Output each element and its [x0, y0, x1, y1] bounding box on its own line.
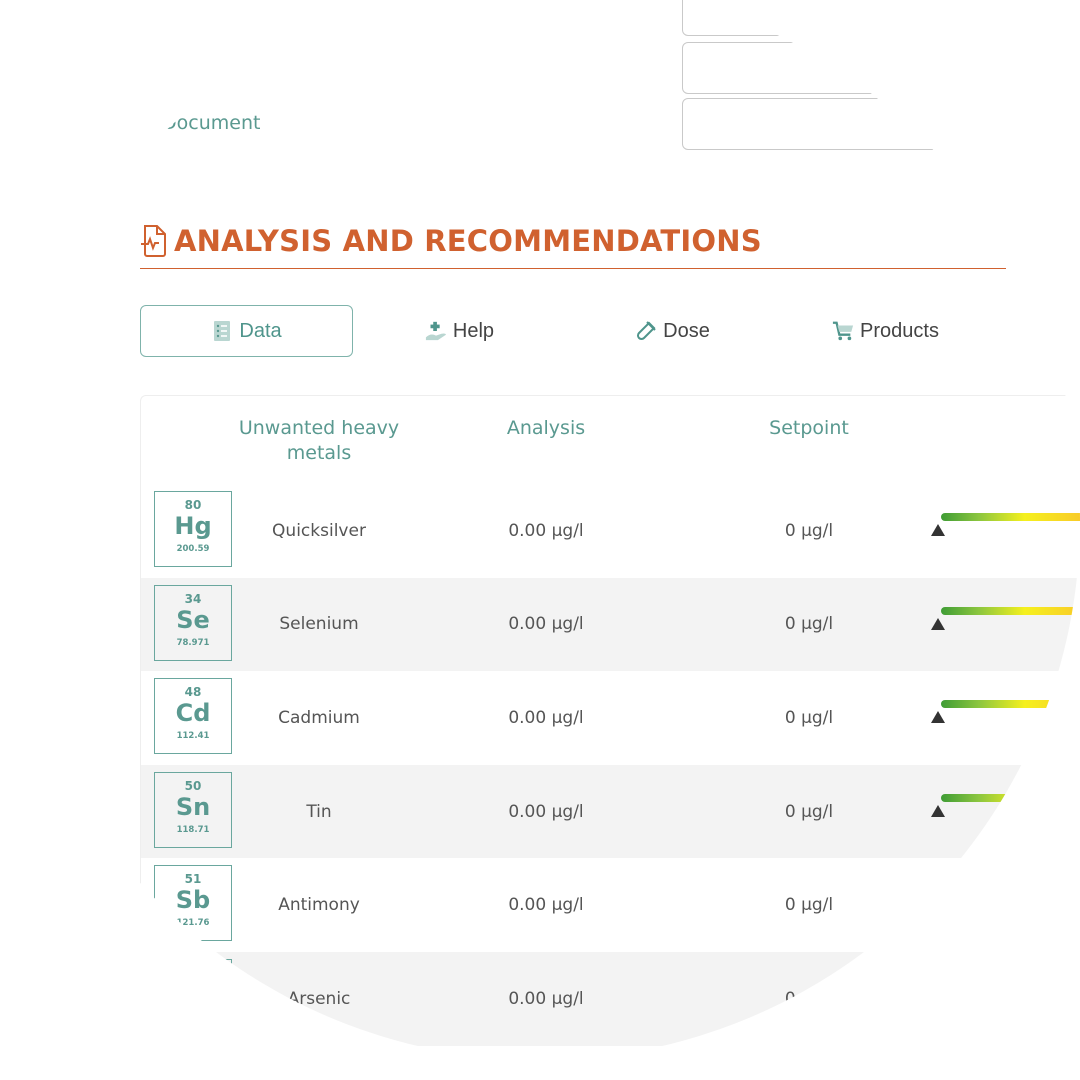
- atomic-number: 34: [184, 591, 202, 606]
- metal-name: Cadmium: [278, 707, 360, 728]
- element-symbol: Sn: [175, 792, 211, 821]
- atomic-number: 51: [184, 872, 202, 887]
- table-header: Unwanted heavy metals Analysis Setpoint: [141, 396, 1080, 484]
- section-title: ANALYSIS AND RECOMMENDATIONS: [174, 224, 762, 258]
- tab-bar: Data Help Dose Products: [140, 305, 1000, 357]
- element-tile: 34 Se 78.971: [154, 584, 232, 661]
- hand-plus-icon: [425, 320, 447, 342]
- element-tile: 80 Hg 200.59: [154, 491, 232, 567]
- setpoint-value: 0 µg/l: [784, 801, 834, 822]
- setpoint-value: 0 µg/l: [784, 988, 834, 1009]
- element-symbol: Se: [176, 605, 210, 634]
- test-tube-icon: [635, 320, 657, 342]
- form-field-1[interactable]: [682, 0, 944, 36]
- level-gauge: [931, 887, 1080, 917]
- element-tile: 50 Sn 118.71: [154, 771, 232, 848]
- gauge-bar: [941, 700, 1080, 709]
- section-header: ANALYSIS AND RECOMMENDATIONS: [140, 222, 1006, 269]
- gauge-marker-icon: [931, 711, 945, 724]
- metal-name: Antimony: [278, 895, 360, 916]
- atomic-number: 48: [184, 685, 202, 700]
- document-pulse-icon: [140, 224, 168, 258]
- setpoint-value: 0 µg/l: [784, 520, 834, 541]
- atomic-number: 80: [184, 498, 202, 512]
- element-tile: 51 Sb 121.76: [154, 865, 232, 942]
- metal-name: Quicksilver: [272, 520, 366, 541]
- analysis-value: 0.00 µg/l: [508, 614, 584, 635]
- checklist-icon: [211, 320, 233, 342]
- gauge-bar: [941, 793, 1080, 802]
- table-row: 34 Se 78.971 Selenium 0.00 µg/l 0 µg/l: [141, 577, 1080, 672]
- table-row: Arsenic 0.00 µg/l 0 µg/l: [141, 951, 1080, 1046]
- gauge-marker-icon: [931, 898, 945, 911]
- metal-name: Tin: [306, 801, 332, 822]
- table-row: 48 Cd 112.41 Cadmium 0.00 µg/l 0 µg/l: [141, 671, 1080, 765]
- gauge-marker-icon: [931, 804, 945, 817]
- column-header-name: Unwanted heavy metals: [238, 417, 400, 464]
- level-gauge: [931, 513, 1080, 543]
- column-header-analysis: Analysis: [506, 417, 586, 439]
- atomic-number: 50: [184, 778, 202, 793]
- setpoint-value: 0 µg/l: [784, 895, 834, 916]
- form-field-3[interactable]: [682, 98, 944, 150]
- gauge-bar: [941, 887, 1080, 896]
- analysis-value: 0.00 µg/l: [508, 707, 584, 728]
- analysis-value: 0.00 µg/l: [508, 988, 584, 1009]
- table-row: 51 Sb 121.76 Antimony 0.00 µg/l 0 µg/l: [141, 858, 1080, 952]
- tab-label: Dose: [663, 319, 710, 342]
- gauge-bar: [941, 606, 1080, 615]
- heavy-metals-table: Unwanted heavy metals Analysis Setpoint …: [140, 395, 1080, 1046]
- analysis-value: 0.00 µg/l: [508, 895, 584, 916]
- tab-label: Help: [452, 319, 495, 342]
- atomic-mass: 118.71: [176, 824, 210, 835]
- cart-icon: [832, 320, 854, 342]
- atomic-mass: 78.971: [176, 637, 210, 648]
- tab-dose[interactable]: Dose: [566, 305, 779, 357]
- tab-products[interactable]: Products: [779, 305, 992, 357]
- atomic-mass: 200.59: [176, 544, 210, 554]
- analysis-value: 0.00 µg/l: [508, 520, 584, 541]
- gauge-bar: [941, 980, 1080, 989]
- metal-name: Selenium: [279, 614, 359, 635]
- element-symbol: Cd: [175, 699, 211, 728]
- circular-viewport: Document ANALYSIS AND RECOMMENDATIONS Da…: [0, 0, 1080, 1060]
- level-gauge: [931, 980, 1080, 1011]
- tab-data[interactable]: Data: [140, 305, 353, 357]
- element-tile: [154, 958, 232, 1035]
- tab-label: Data: [239, 319, 282, 342]
- form-field-2[interactable]: [682, 42, 944, 94]
- gauge-marker-icon: [931, 991, 945, 1004]
- atomic-mass: 112.41: [176, 731, 210, 742]
- tab-help[interactable]: Help: [353, 305, 566, 357]
- atomic-mass: 121.76: [176, 918, 210, 929]
- table-body: 80 Hg 200.59 Quicksilver 0.00 µg/l 0 µg/l 34 Se…: [141, 484, 1080, 1046]
- document-label: Document: [162, 112, 261, 134]
- gauge-marker-icon: [931, 617, 945, 630]
- level-gauge: [931, 606, 1080, 637]
- element-symbol: Sb: [175, 886, 211, 915]
- element-tile: 48 Cd 112.41: [154, 678, 232, 755]
- column-header-setpoint: Setpoint: [769, 417, 849, 439]
- table-row: 50 Sn 118.71 Tin 0.00 µg/l 0 µg/l: [141, 764, 1080, 859]
- level-gauge: [931, 700, 1080, 730]
- gauge-marker-icon: [931, 524, 945, 536]
- element-symbol: Hg: [174, 512, 212, 540]
- setpoint-value: 0 µg/l: [784, 707, 834, 728]
- level-gauge: [931, 793, 1080, 824]
- gauge-bar: [941, 513, 1080, 521]
- setpoint-value: 0 µg/l: [784, 614, 834, 635]
- table-row: 80 Hg 200.59 Quicksilver 0.00 µg/l 0 µg/l: [141, 484, 1080, 578]
- metal-name: Arsenic: [287, 988, 351, 1009]
- tab-label: Products: [860, 319, 939, 342]
- page: Document ANALYSIS AND RECOMMENDATIONS Da…: [0, 0, 1080, 1060]
- analysis-value: 0.00 µg/l: [508, 801, 584, 822]
